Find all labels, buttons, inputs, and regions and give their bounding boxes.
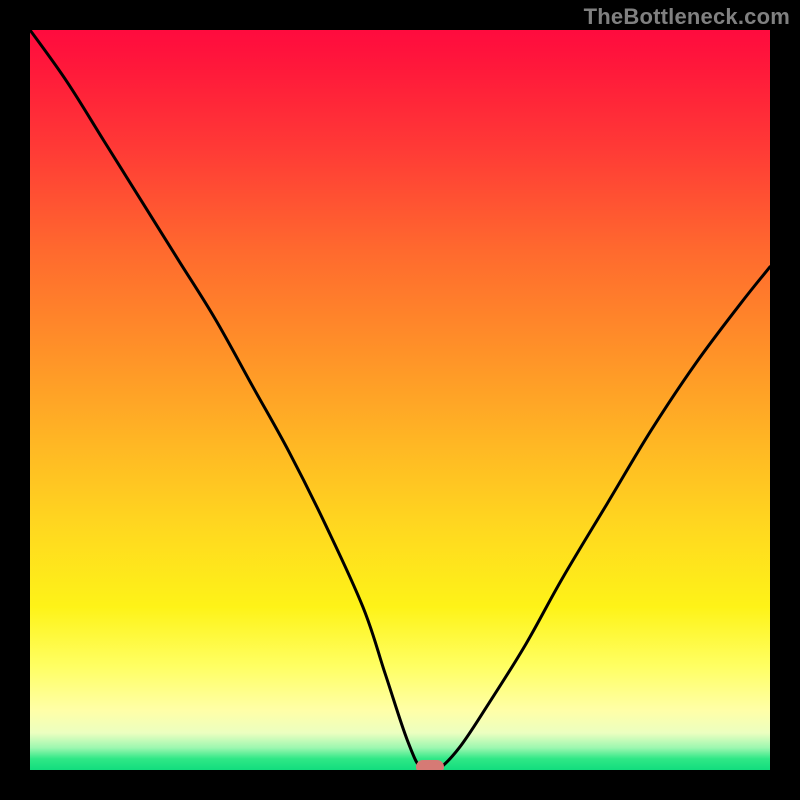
- chart-frame: TheBottleneck.com: [0, 0, 800, 800]
- bottleneck-curve: [30, 30, 770, 770]
- watermark-text: TheBottleneck.com: [584, 4, 790, 30]
- plot-area: [30, 30, 770, 770]
- optimal-point-marker: [416, 760, 444, 770]
